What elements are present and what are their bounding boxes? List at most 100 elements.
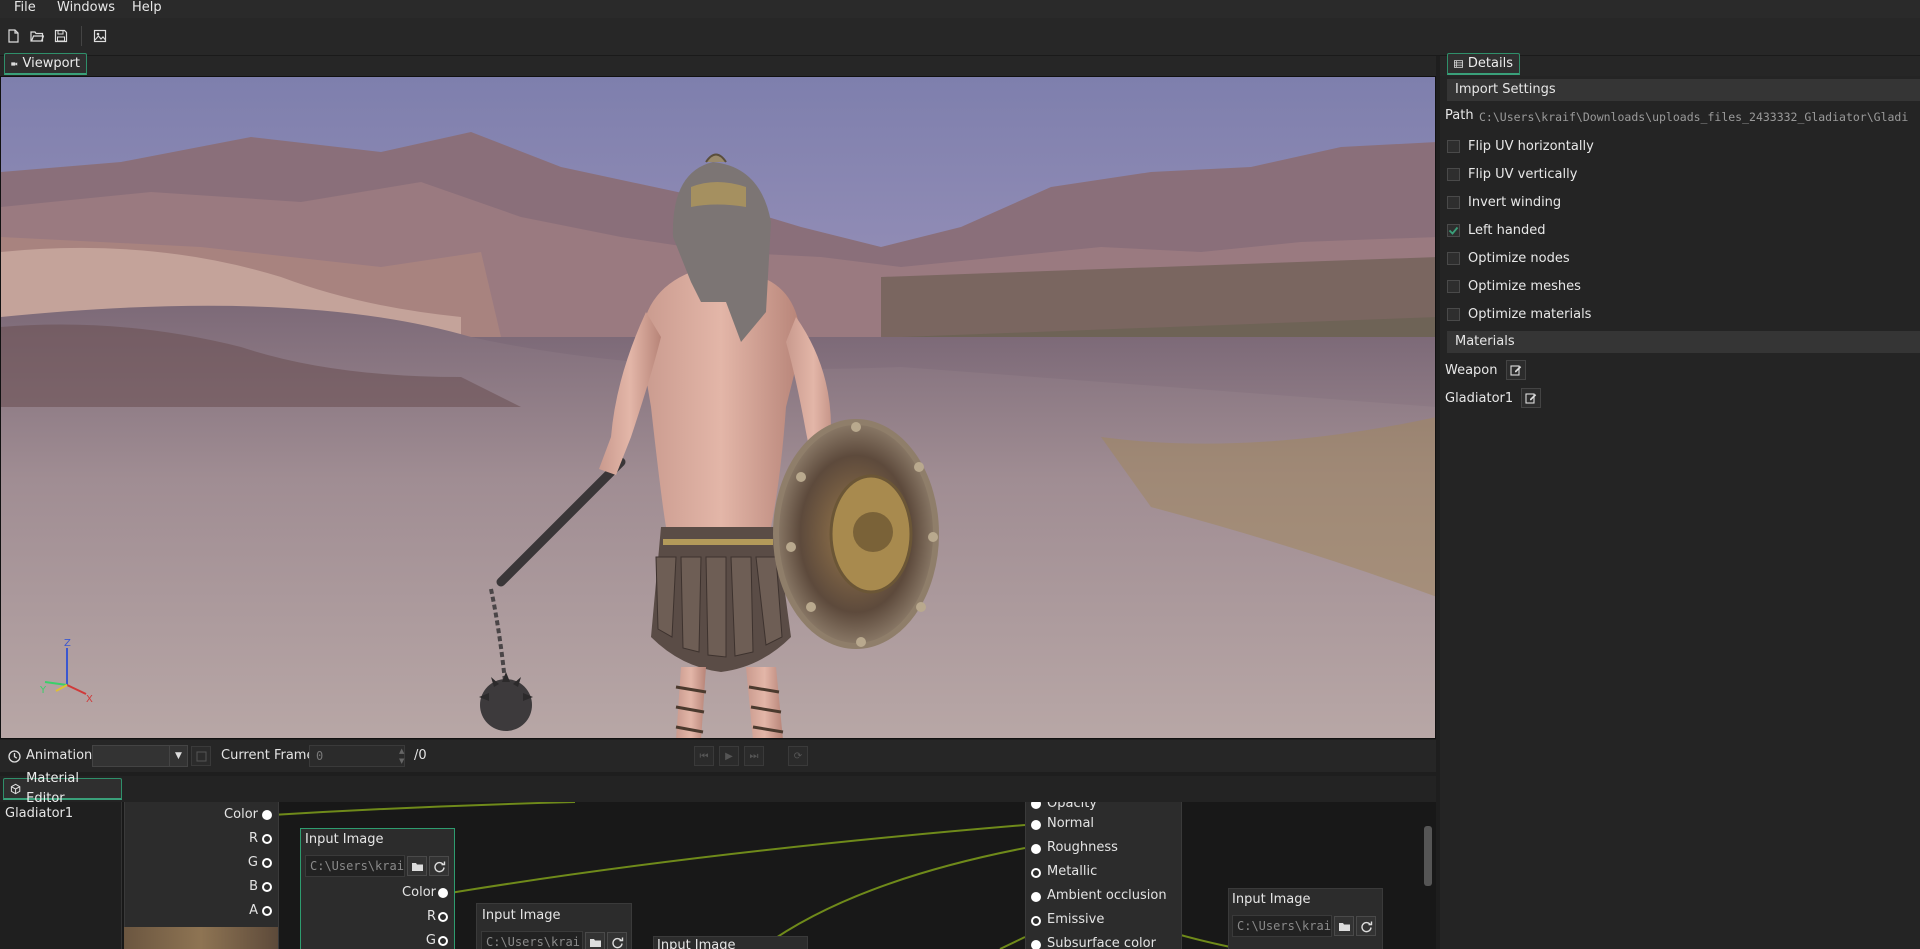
import-settings-header[interactable]: Import Settings xyxy=(1447,79,1920,101)
skip-forward-icon: ⏭ xyxy=(749,750,759,762)
material-name: Gladiator1 xyxy=(1445,390,1514,406)
save-button[interactable] xyxy=(52,26,70,46)
option-label: Flip UV horizontally xyxy=(1468,138,1594,154)
play-button[interactable]: ▶ xyxy=(719,746,739,766)
materials-header[interactable]: Materials xyxy=(1447,331,1920,353)
clock-icon xyxy=(8,750,21,763)
node-title: Input Image xyxy=(657,938,736,949)
current-frame-label: Current Frame: xyxy=(221,748,319,763)
animation-select[interactable]: ▼ xyxy=(92,745,188,767)
loop-button[interactable]: ⟳ xyxy=(788,746,808,766)
material-editor-tab-strip xyxy=(0,776,1436,802)
pin-label-b: B xyxy=(249,879,258,894)
option-invert-winding[interactable]: Invert winding xyxy=(1447,192,1561,212)
edit-icon xyxy=(1509,365,1521,376)
option-optimize-meshes[interactable]: Optimize meshes xyxy=(1447,276,1581,296)
checkbox[interactable] xyxy=(1447,167,1460,181)
pin-input[interactable] xyxy=(1031,940,1041,949)
pin-input[interactable] xyxy=(1031,844,1041,854)
reload-button[interactable] xyxy=(429,856,449,876)
menu-file[interactable]: File xyxy=(14,0,36,18)
edit-icon xyxy=(196,751,206,761)
checkbox[interactable] xyxy=(1447,307,1460,321)
frame-spinner[interactable]: ▲ ▼ xyxy=(399,746,409,766)
input-label: Normal xyxy=(1047,816,1095,831)
vertical-scrollbar[interactable] xyxy=(1424,826,1432,886)
image-path-field[interactable]: C:\Users\krai xyxy=(481,931,583,949)
pin-color[interactable] xyxy=(438,888,448,898)
image-path-field[interactable]: C:\Users\krai xyxy=(305,855,405,877)
edit-animation-button[interactable] xyxy=(191,746,211,766)
checkbox[interactable] xyxy=(1447,223,1460,237)
pin-label-color: Color xyxy=(224,807,258,822)
pin-input[interactable] xyxy=(1031,868,1041,878)
refresh-icon xyxy=(611,937,623,948)
toolbar-separator xyxy=(81,26,82,46)
edit-material-button[interactable] xyxy=(1521,388,1542,408)
option-left-handed[interactable]: Left handed xyxy=(1447,220,1546,240)
edit-material-button[interactable] xyxy=(1505,360,1526,380)
save-icon xyxy=(54,29,68,43)
option-flip-uv-horizontally[interactable]: Flip UV horizontally xyxy=(1447,136,1594,156)
option-optimize-materials[interactable]: Optimize materials xyxy=(1447,304,1591,324)
menu-windows[interactable]: Windows xyxy=(57,0,115,18)
open-folder-icon xyxy=(589,938,601,947)
input-label: Subsurface color xyxy=(1047,936,1156,949)
node-graph-canvas[interactable]: Color R G B A Input Image C:\Users\krai … xyxy=(0,802,1436,949)
input-label: Opacity xyxy=(1047,802,1098,811)
pin-r[interactable] xyxy=(438,912,448,922)
tab-material-editor[interactable]: Material Editor xyxy=(3,771,122,806)
new-file-button[interactable] xyxy=(4,26,22,46)
pin-r[interactable] xyxy=(262,834,272,844)
checkbox[interactable] xyxy=(1447,195,1460,209)
path-label: Path xyxy=(1445,108,1474,123)
option-label: Optimize meshes xyxy=(1468,278,1581,294)
reload-button[interactable] xyxy=(1356,916,1376,936)
browse-button[interactable] xyxy=(1334,916,1354,936)
frame-total: /0 xyxy=(414,748,427,763)
option-label: Optimize nodes xyxy=(1468,250,1570,266)
pin-a[interactable] xyxy=(262,906,272,916)
open-button[interactable] xyxy=(28,26,46,46)
checkbox[interactable] xyxy=(1447,251,1460,265)
pin-input[interactable] xyxy=(1031,892,1041,902)
image-path-field[interactable]: C:\Users\krai xyxy=(1232,915,1332,937)
pin-g[interactable] xyxy=(262,858,272,868)
import-image-button[interactable] xyxy=(91,26,109,46)
option-optimize-nodes[interactable]: Optimize nodes xyxy=(1447,248,1570,268)
menu-help[interactable]: Help xyxy=(132,0,162,18)
pin-g[interactable] xyxy=(438,936,448,946)
toolbar xyxy=(0,18,1920,56)
pin-input[interactable] xyxy=(1031,916,1041,926)
option-label: Flip UV vertically xyxy=(1468,166,1578,182)
current-frame-input[interactable]: 0 xyxy=(309,745,405,767)
pin-label-color: Color xyxy=(402,885,436,900)
browse-button[interactable] xyxy=(585,932,605,949)
3d-viewport[interactable]: Z X Y xyxy=(0,76,1436,739)
open-folder-icon xyxy=(30,31,44,42)
skip-back-button[interactable]: ⏮ xyxy=(694,746,714,766)
pin-input[interactable] xyxy=(1031,820,1041,830)
input-label: Roughness xyxy=(1047,840,1118,855)
option-flip-uv-vertically[interactable]: Flip UV vertically xyxy=(1447,164,1577,184)
browse-button[interactable] xyxy=(407,856,427,876)
checkbox[interactable] xyxy=(1447,279,1460,293)
option-label: Invert winding xyxy=(1468,194,1562,210)
pin-label-g: G xyxy=(425,933,436,948)
path-field[interactable]: C:\Users\kraif\Downloads\uploads_files_2… xyxy=(1479,110,1917,124)
chevron-down-icon: ▼ xyxy=(169,746,187,766)
material-list-item[interactable]: Gladiator1 xyxy=(5,806,73,821)
material-name: Weapon xyxy=(1445,362,1498,378)
tab-viewport[interactable]: Viewport xyxy=(4,53,87,75)
reload-button[interactable] xyxy=(607,932,627,949)
tab-viewport-label: Viewport xyxy=(22,55,81,71)
pin-color[interactable] xyxy=(262,810,272,820)
checkbox[interactable] xyxy=(1447,139,1460,153)
node-title: Input Image xyxy=(305,832,384,847)
table-icon xyxy=(1454,59,1463,68)
input-label: Ambient occlusion xyxy=(1047,888,1167,903)
skip-forward-button[interactable]: ⏭ xyxy=(744,746,764,766)
tab-details[interactable]: Details xyxy=(1447,53,1520,75)
checkmark-icon xyxy=(1448,226,1459,235)
pin-b[interactable] xyxy=(262,882,272,892)
